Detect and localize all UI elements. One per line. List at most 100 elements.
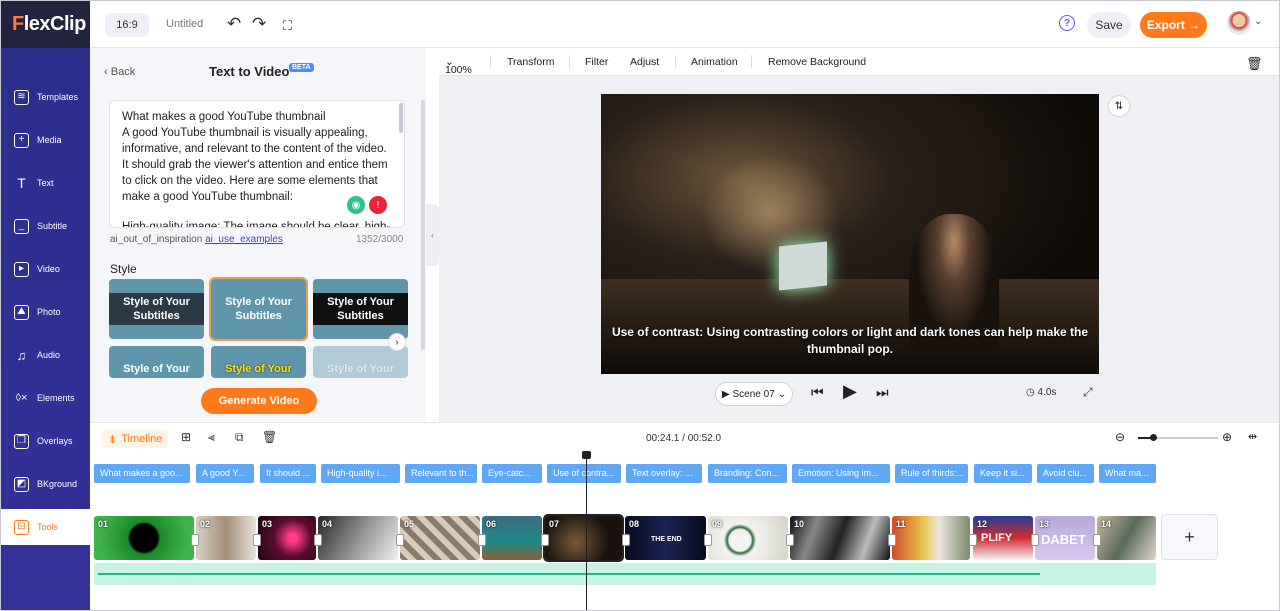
- save-button[interactable]: Save: [1087, 12, 1131, 38]
- avatar[interactable]: [1227, 11, 1251, 35]
- playhead[interactable]: [586, 453, 587, 610]
- scene-clip[interactable]: 06: [482, 516, 542, 560]
- split-icon[interactable]: ⫷: [208, 430, 215, 445]
- next-icon[interactable]: ⏭: [876, 384, 889, 401]
- fit-width-icon[interactable]: ⇹: [1248, 430, 1257, 443]
- sidebar-item-video[interactable]: ▸ Video: [1, 251, 90, 287]
- sidebar-item-media[interactable]: + Media: [1, 122, 90, 158]
- scene-clip[interactable]: 14: [1097, 516, 1156, 560]
- tool-animation[interactable]: Animation: [691, 56, 738, 68]
- subtitle-chip[interactable]: A good Y...: [196, 464, 254, 483]
- redo-icon[interactable]: ↷: [252, 13, 266, 35]
- scene-duration[interactable]: ◷ 4.0s: [1026, 387, 1056, 398]
- subtitle-chip[interactable]: Eye-catc...: [482, 464, 542, 483]
- subtitle-chip[interactable]: Rule of thirds:...: [895, 464, 968, 483]
- zoom-in-icon[interactable]: ⊕: [1222, 430, 1232, 444]
- add-scene-icon[interactable]: ⊞: [181, 430, 191, 444]
- transition-handle[interactable]: [396, 534, 404, 546]
- video-canvas[interactable]: Use of contrast: Using contrasting color…: [601, 94, 1099, 374]
- scene-clip[interactable]: 05: [400, 516, 480, 560]
- scene-clip[interactable]: 01: [94, 516, 194, 560]
- delete-icon[interactable]: 🗑: [262, 430, 277, 444]
- plugin-icon[interactable]: !: [369, 196, 387, 214]
- collapse-panel-button[interactable]: ‹: [426, 204, 439, 266]
- scene-clip[interactable]: 03: [258, 516, 316, 560]
- sidebar-item-subtitle[interactable]: _ Subtitle: [1, 208, 90, 244]
- tool-remove-background[interactable]: Remove Background: [768, 56, 866, 68]
- previous-icon[interactable]: ⏮: [811, 384, 824, 401]
- export-button[interactable]: Export →: [1140, 12, 1207, 38]
- lightbulb-icon[interactable]: ◉: [347, 196, 365, 214]
- aspect-ratio-button[interactable]: 16:9: [105, 13, 149, 37]
- transition-handle[interactable]: [253, 534, 261, 546]
- play-icon[interactable]: ▶: [843, 381, 857, 402]
- audio-track[interactable]: [94, 563, 1156, 585]
- style-card[interactable]: Style of Your: [313, 346, 408, 378]
- zoom-out-icon[interactable]: ⊖: [1115, 430, 1125, 444]
- textarea-scrollbar[interactable]: [399, 103, 403, 133]
- transition-handle[interactable]: [1093, 534, 1101, 546]
- fullscreen-icon[interactable]: ⛶: [283, 15, 292, 37]
- scene-clip[interactable]: 10: [790, 516, 890, 560]
- chevron-down-icon[interactable]: ⌄: [1254, 16, 1262, 27]
- sidebar-item-elements[interactable]: ◊× Elements: [1, 380, 90, 416]
- scene-clip[interactable]: 13 DABET: [1035, 516, 1095, 560]
- help-icon[interactable]: ?: [1059, 15, 1075, 31]
- scene-clip[interactable]: 09: [708, 516, 788, 560]
- subtitle-chip[interactable]: Avoid clu...: [1037, 464, 1094, 483]
- expand-icon[interactable]: ⤢: [1083, 385, 1093, 400]
- scene-clip[interactable]: 11: [892, 516, 970, 560]
- transition-handle[interactable]: [622, 534, 630, 546]
- scene-clip[interactable]: 12 PLIFY: [973, 516, 1033, 560]
- trash-icon[interactable]: 🗑: [1246, 56, 1263, 72]
- subtitle-chip[interactable]: Emotion: Using im...: [792, 464, 890, 483]
- zoom-select[interactable]: 100% ⌄: [445, 56, 472, 76]
- style-card[interactable]: Style of Your: [211, 346, 306, 378]
- subtitle-chip[interactable]: Keep it si...: [974, 464, 1032, 483]
- sidebar-item-background[interactable]: ◩ BKground: [1, 466, 90, 502]
- sidebar-item-templates[interactable]: ≋ Templates: [1, 79, 90, 115]
- scene-clip[interactable]: 04: [318, 516, 398, 560]
- project-title[interactable]: Untitled: [166, 18, 203, 30]
- chevron-right-icon[interactable]: ›: [388, 333, 406, 351]
- transition-handle[interactable]: [888, 534, 896, 546]
- subtitle-chip[interactable]: Use of contra...: [547, 464, 621, 483]
- subtitle-chip[interactable]: High-quality i...: [321, 464, 400, 483]
- style-card[interactable]: Style of Your Subtitles: [109, 279, 204, 339]
- subtitle-chip[interactable]: What ma...: [1099, 464, 1156, 483]
- tool-filter[interactable]: Filter: [585, 56, 608, 68]
- sidebar-item-tools[interactable]: ⊟ Tools: [1, 509, 90, 545]
- transition-handle[interactable]: [1031, 534, 1039, 546]
- subtitle-chip[interactable]: Branding: Con...: [708, 464, 787, 483]
- examples-link[interactable]: ai_use_examples: [205, 234, 283, 245]
- subtitle-caption[interactable]: Use of contrast: Using contrasting color…: [601, 324, 1099, 358]
- style-card-selected[interactable]: Style of Your Subtitles: [209, 277, 308, 341]
- panel-scrollbar[interactable]: [421, 100, 425, 350]
- transition-handle[interactable]: [191, 534, 199, 546]
- tool-adjust[interactable]: Adjust: [630, 56, 659, 68]
- undo-icon[interactable]: ↶: [227, 13, 241, 35]
- tool-transform[interactable]: Transform: [507, 56, 554, 68]
- timeline-toggle[interactable]: ⇟ Timeline: [102, 430, 169, 448]
- sidebar-item-overlays[interactable]: ❐ Overlays: [1, 423, 90, 459]
- back-button[interactable]: ‹ Back: [104, 66, 135, 78]
- duplicate-icon[interactable]: ⧉: [235, 430, 244, 445]
- subtitle-chip[interactable]: What makes a goo...: [94, 464, 190, 483]
- transition-handle[interactable]: [704, 534, 712, 546]
- generate-video-button[interactable]: Generate Video: [201, 388, 317, 414]
- subtitle-chip[interactable]: Relevant to th...: [405, 464, 477, 483]
- scene-clip[interactable]: 02: [196, 516, 256, 560]
- style-card[interactable]: Style of Your: [109, 346, 204, 378]
- transition-handle[interactable]: [969, 534, 977, 546]
- sidebar-item-text[interactable]: T Text: [1, 165, 90, 201]
- style-card[interactable]: Style of Your Subtitles: [313, 279, 408, 339]
- subtitle-chip[interactable]: It should ...: [260, 464, 316, 483]
- add-scene-button[interactable]: +: [1161, 514, 1218, 560]
- sidebar-item-photo[interactable]: ⛰ Photo: [1, 294, 90, 330]
- transition-handle[interactable]: [786, 534, 794, 546]
- scene-clip[interactable]: 08 THE END: [625, 516, 706, 560]
- subtitle-chip[interactable]: Text overlay: ...: [626, 464, 702, 483]
- scene-clip-selected[interactable]: 07: [543, 514, 624, 562]
- transition-handle[interactable]: [541, 534, 549, 546]
- sidebar-item-audio[interactable]: ♫ Audio: [1, 337, 90, 373]
